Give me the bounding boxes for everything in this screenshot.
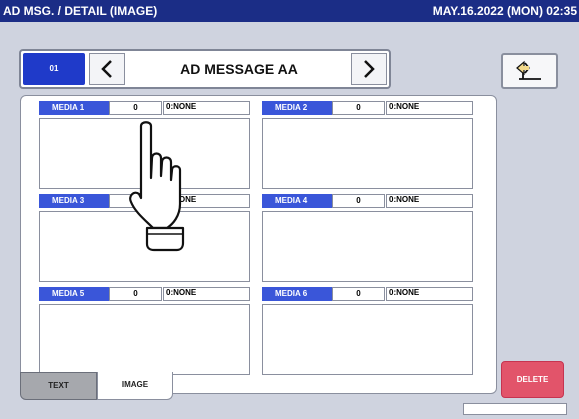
media-label: MEDIA 6: [262, 287, 332, 301]
media-slot-4: MEDIA 4 0 0:NONE: [262, 194, 473, 282]
media-preview[interactable]: [262, 304, 473, 375]
screen-title: AD MSG. / DETAIL (IMAGE): [3, 4, 158, 18]
media-count: 0: [109, 101, 162, 115]
media-slot-2: MEDIA 2 0 0:NONE: [262, 101, 473, 189]
media-type: 0:NONE: [163, 287, 250, 301]
media-label: MEDIA 4: [262, 194, 332, 208]
return-arrow-icon: [515, 60, 541, 80]
title-bar: AD MSG. / DETAIL (IMAGE) MAY.16.2022 (MO…: [0, 0, 579, 22]
status-field: [463, 403, 567, 415]
media-type: 0:NONE: [386, 287, 473, 301]
media-label: MEDIA 3: [39, 194, 109, 208]
media-slot-1: MEDIA 1 0 0:NONE: [39, 101, 250, 189]
media-slot-5: MEDIA 5 0 0:NONE: [39, 287, 250, 375]
media-preview[interactable]: [39, 118, 250, 189]
chevron-left-icon: [101, 60, 112, 78]
media-slot-3: MEDIA 3 0 0:NONE: [39, 194, 250, 282]
main-area: 01 AD MESSAGE AA MEDIA 1 0 0:NONE MEDIA …: [0, 22, 579, 419]
media-label: MEDIA 2: [262, 101, 332, 115]
media-count: 0: [109, 287, 162, 301]
record-id-button[interactable]: 01: [23, 53, 85, 85]
tab-text[interactable]: TEXT: [20, 372, 97, 400]
media-preview[interactable]: [262, 211, 473, 282]
next-record-button[interactable]: [351, 53, 387, 85]
media-count: 0: [109, 194, 162, 208]
media-preview[interactable]: [39, 304, 250, 375]
datetime: MAY.16.2022 (MON) 02:35: [432, 4, 577, 18]
message-title[interactable]: AD MESSAGE AA: [129, 53, 349, 85]
media-count: 0: [332, 194, 385, 208]
media-type: 0:NONE: [163, 101, 250, 115]
chevron-right-icon: [364, 60, 375, 78]
back-button[interactable]: [501, 53, 558, 89]
record-navigator: 01 AD MESSAGE AA: [19, 49, 391, 89]
media-type: 0:NONE: [386, 194, 473, 208]
media-preview[interactable]: [39, 211, 250, 282]
media-label: MEDIA 5: [39, 287, 109, 301]
media-label: MEDIA 1: [39, 101, 109, 115]
media-count: 0: [332, 287, 385, 301]
media-type: 0:NONE: [163, 194, 250, 208]
media-slot-6: MEDIA 6 0 0:NONE: [262, 287, 473, 375]
media-panel: MEDIA 1 0 0:NONE MEDIA 2 0 0:NONE MEDIA …: [20, 95, 497, 394]
media-count: 0: [332, 101, 385, 115]
media-preview[interactable]: [262, 118, 473, 189]
previous-record-button[interactable]: [89, 53, 125, 85]
media-type: 0:NONE: [386, 101, 473, 115]
tab-image[interactable]: IMAGE: [97, 372, 173, 400]
delete-button[interactable]: DELETE: [501, 361, 564, 398]
